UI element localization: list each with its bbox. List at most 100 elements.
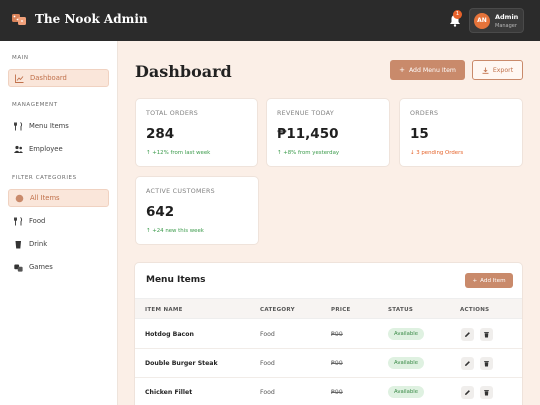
utensils-icon bbox=[14, 121, 23, 130]
stat-card-revenue-today: REVENUE TODAY ₱11,450 ↑ +8% from yesterd… bbox=[266, 98, 390, 167]
stat-card-orders: ORDERS 15 ↓ 3 pending Orders bbox=[399, 98, 523, 167]
table-row: Chicken Fillet Food ₱99 Available bbox=[135, 378, 522, 405]
export-button[interactable]: Export bbox=[472, 60, 523, 80]
brand[interactable]: The Nook Admin bbox=[11, 11, 148, 27]
cup-icon bbox=[15, 240, 21, 248]
add-menu-item-button[interactable]: + Add Menu Item bbox=[390, 60, 465, 80]
stat-trend-text: +24 new this week bbox=[152, 228, 204, 234]
column-header-status[interactable]: STATUS bbox=[388, 307, 413, 313]
stat-trend-text: +12% from last week bbox=[152, 150, 211, 156]
column-header-item-name[interactable]: ITEM NAME bbox=[145, 307, 183, 313]
cell-category: Food bbox=[260, 360, 275, 367]
user-menu[interactable]: AN Admin Manager bbox=[469, 8, 524, 33]
stat-trend: ↑ +12% from last week bbox=[146, 150, 210, 156]
trash-icon bbox=[484, 332, 489, 338]
status-badge: Available bbox=[388, 357, 424, 369]
cell-item-name: Hotdog Bacon bbox=[145, 331, 194, 338]
add-item-button[interactable]: + Add Item bbox=[465, 273, 513, 288]
sidebar-item-label: Drink bbox=[29, 240, 48, 248]
notification-badge: 1 bbox=[453, 10, 462, 19]
pencil-icon bbox=[465, 390, 470, 395]
panel-title: Menu Items bbox=[146, 275, 206, 285]
circle-icon bbox=[15, 194, 24, 202]
edit-button[interactable] bbox=[461, 357, 474, 370]
sidebar: MAIN Dashboard MANAGEMENT Menu Items Emp… bbox=[0, 41, 118, 405]
edit-button[interactable] bbox=[461, 386, 474, 399]
sidebar-item-label: Employee bbox=[29, 145, 63, 153]
button-label: Add Menu Item bbox=[408, 66, 456, 74]
user-role: Manager bbox=[495, 23, 517, 29]
stat-label: ACTIVE CUSTOMERS bbox=[146, 188, 215, 195]
status-badge: Available bbox=[388, 328, 424, 340]
sidebar-section-main: MAIN bbox=[12, 55, 29, 61]
sidebar-item-food[interactable]: Food bbox=[8, 212, 109, 230]
plus-icon: + bbox=[472, 277, 478, 284]
edit-button[interactable] bbox=[461, 328, 474, 341]
stat-trend: ↑ +24 new this week bbox=[146, 228, 204, 234]
sidebar-item-label: Food bbox=[29, 217, 46, 225]
table-row: Hotdog Bacon Food ₱99 Available bbox=[135, 320, 522, 349]
users-icon bbox=[14, 145, 23, 153]
stat-value: 642 bbox=[146, 204, 175, 220]
cell-item-name: Chicken Fillet bbox=[145, 389, 193, 396]
menu-items-panel: Menu Items + Add Item ITEM NAME CATEGORY… bbox=[134, 262, 523, 405]
cell-price: ₱99 bbox=[331, 389, 343, 396]
sidebar-item-employee[interactable]: Employee bbox=[8, 140, 109, 158]
delete-button[interactable] bbox=[480, 386, 493, 399]
table-row: Double Burger Steak Food ₱99 Available bbox=[135, 349, 522, 378]
stat-trend-text: +8% from yesterday bbox=[283, 150, 340, 156]
user-name: Admin bbox=[495, 13, 519, 21]
sidebar-item-label: Dashboard bbox=[30, 74, 67, 82]
table-header: ITEM NAME CATEGORY PRICE STATUS ACTIONS bbox=[135, 298, 522, 319]
pencil-icon bbox=[465, 361, 470, 366]
stat-value: 284 bbox=[146, 126, 175, 142]
plus-icon: + bbox=[399, 66, 405, 74]
stat-trend-text: 3 pending Orders bbox=[416, 150, 464, 156]
sidebar-section-management: MANAGEMENT bbox=[12, 102, 58, 108]
app-title: The Nook Admin bbox=[35, 12, 148, 26]
utensils-icon bbox=[14, 216, 23, 225]
chart-icon bbox=[15, 74, 24, 83]
sidebar-item-menu-items[interactable]: Menu Items bbox=[8, 117, 109, 135]
sidebar-item-label: Menu Items bbox=[29, 122, 69, 130]
cell-price: ₱99 bbox=[331, 360, 343, 367]
sidebar-item-label: Games bbox=[29, 263, 53, 271]
cell-price: ₱99 bbox=[331, 331, 343, 338]
main-content: Dashboard + Add Menu Item Export TOTAL O… bbox=[118, 41, 540, 405]
sidebar-item-dashboard[interactable]: Dashboard bbox=[8, 69, 109, 87]
avatar: AN bbox=[474, 13, 490, 29]
stat-label: REVENUE TODAY bbox=[277, 110, 335, 117]
column-header-category[interactable]: CATEGORY bbox=[260, 307, 295, 313]
stat-label: TOTAL ORDERS bbox=[146, 110, 199, 117]
stat-card-total-orders: TOTAL ORDERS 284 ↑ +12% from last week bbox=[135, 98, 258, 167]
delete-button[interactable] bbox=[480, 328, 493, 341]
sidebar-item-label: All Items bbox=[30, 194, 60, 202]
button-label: Add Item bbox=[480, 277, 506, 284]
trash-icon bbox=[484, 361, 489, 367]
sidebar-item-drink[interactable]: Drink bbox=[8, 235, 109, 253]
sidebar-item-all-items[interactable]: All Items bbox=[8, 189, 109, 207]
download-icon bbox=[482, 67, 489, 74]
button-label: Export bbox=[492, 66, 514, 74]
stat-value: ₱11,450 bbox=[277, 126, 339, 142]
sidebar-section-filter: FILTER CATEGORIES bbox=[12, 175, 77, 181]
column-header-price[interactable]: PRICE bbox=[331, 307, 351, 313]
stat-value: 15 bbox=[410, 126, 429, 142]
stat-trend: ↑ +8% from yesterday bbox=[277, 150, 339, 156]
page-title: Dashboard bbox=[135, 62, 232, 81]
status-badge: Available bbox=[388, 386, 424, 398]
cell-category: Food bbox=[260, 389, 275, 396]
delete-button[interactable] bbox=[480, 357, 493, 370]
trash-icon bbox=[484, 390, 489, 396]
dice-icon bbox=[14, 264, 23, 272]
stat-trend: ↓ 3 pending Orders bbox=[410, 150, 463, 156]
stat-label: ORDERS bbox=[410, 110, 439, 117]
cell-category: Food bbox=[260, 331, 275, 338]
dice-logo-icon bbox=[12, 14, 26, 25]
sidebar-item-games[interactable]: Games bbox=[8, 258, 109, 276]
cell-item-name: Double Burger Steak bbox=[145, 360, 218, 367]
top-bar: The Nook Admin 1 AN Admin Manager bbox=[0, 0, 540, 41]
pencil-icon bbox=[465, 332, 470, 337]
stat-card-active-customers: ACTIVE CUSTOMERS 642 ↑ +24 new this week bbox=[135, 176, 259, 245]
column-header-actions: ACTIONS bbox=[460, 307, 490, 313]
